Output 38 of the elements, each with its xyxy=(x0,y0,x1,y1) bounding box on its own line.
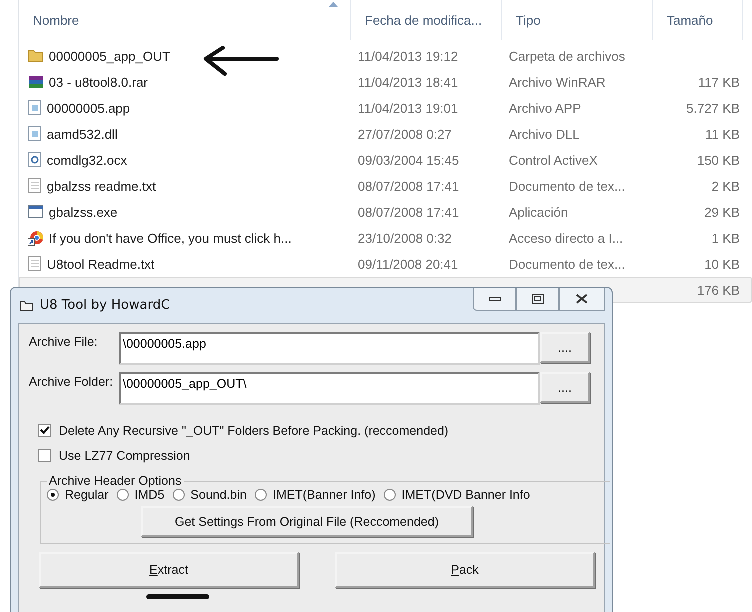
radio-label: IMET(DVD Banner Info xyxy=(402,488,530,502)
type-cell-text: Documento de tex... xyxy=(508,256,626,272)
field-label: Archive Folder: xyxy=(29,374,114,389)
checkbox-label: Use LZ77 Compression xyxy=(59,448,190,462)
date-cell-text: 27/07/2008 0:27 xyxy=(357,126,453,142)
size-cell-text: 117 KB xyxy=(697,74,741,90)
date-cell-text: 08/07/2008 17:41 xyxy=(357,204,460,220)
radio-label: Sound.bin xyxy=(190,488,247,502)
date-cell-text: 23/10/2008 0:32 xyxy=(357,230,453,246)
date-cell-text: 08/07/2008 17:41 xyxy=(357,178,460,194)
type-cell-text: Archivo DLL xyxy=(508,126,581,142)
type-cell-text: Archivo WinRAR xyxy=(508,74,607,90)
date-cell-text: 09/11/2008 20:41 xyxy=(357,256,460,272)
radio-label: Regular xyxy=(65,488,109,502)
size-cell-text: 11 KB xyxy=(704,126,741,142)
size-cell-text: 1 KB xyxy=(710,230,741,246)
size-cell-text: 150 KB xyxy=(696,152,741,168)
date-cell-text: 11/04/2013 19:01 xyxy=(357,100,460,116)
radio-label: IMD5 xyxy=(134,488,165,502)
size-cell-text: 5.727 KB xyxy=(686,100,741,116)
size-cell-text: 10 KB xyxy=(704,256,741,272)
size-cell-text: 176 KB xyxy=(696,282,741,298)
size-cell-text: 2 KB xyxy=(710,178,741,194)
date-cell-text: 09/03/2004 15:45 xyxy=(357,152,460,168)
field-label: Archive File: xyxy=(29,334,99,349)
type-cell-text: Aplicación xyxy=(508,204,570,220)
window-title: U8 Tool by HowardC xyxy=(40,298,172,313)
type-cell-text: Control ActiveX xyxy=(508,152,599,168)
date-cell-text: 11/04/2013 18:41 xyxy=(357,74,460,90)
size-cell-text: 29 KB xyxy=(704,204,741,220)
type-cell-text: Acceso directo a I... xyxy=(508,230,624,246)
checkbox-label: Delete Any Recursive "_OUT" Folders Before Packing. (reccomended) xyxy=(59,424,449,438)
radio-label: IMET(Banner Info) xyxy=(272,488,376,502)
date-cell-text: 11/04/2013 19:12 xyxy=(357,48,460,64)
group-title: Archive Header Options xyxy=(48,474,183,488)
type-cell-text: Carpeta de archivos xyxy=(508,48,626,64)
type-cell-text: Documento de tex... xyxy=(508,178,626,194)
type-cell-text: Archivo APP xyxy=(508,100,582,116)
